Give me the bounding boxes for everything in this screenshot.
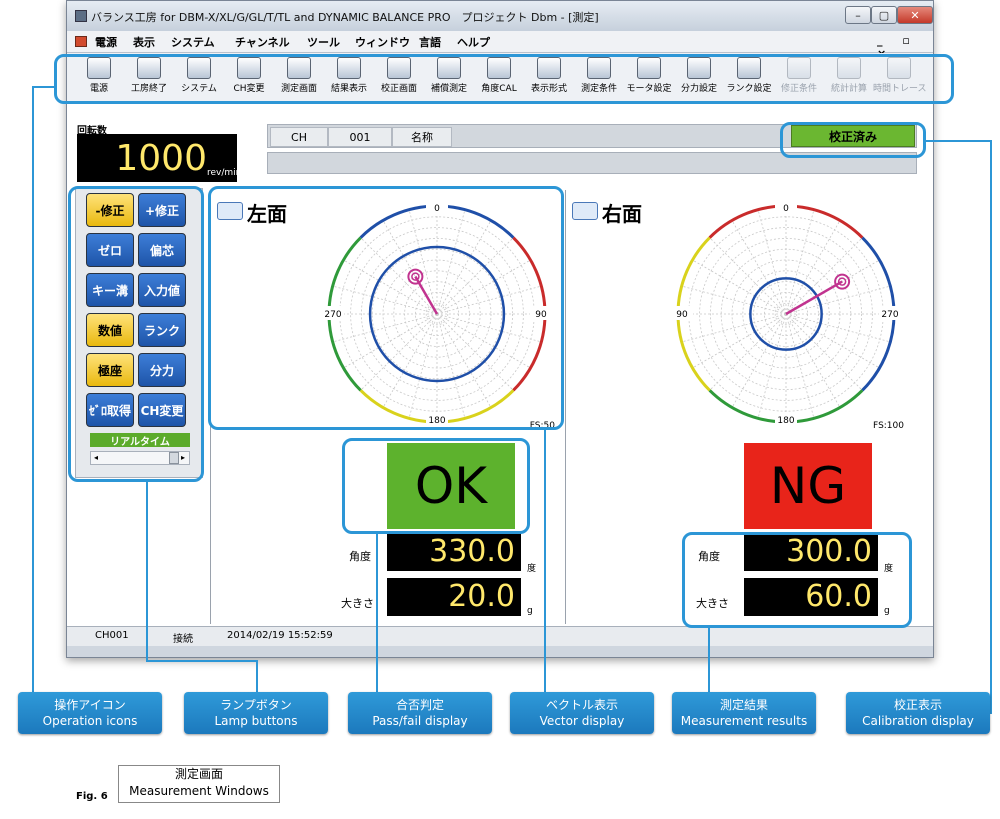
callout-jp: ランプボタン: [220, 698, 292, 712]
highlight-calibration: [780, 122, 926, 158]
status-bar: CH001 接続 2014/02/19 15:52:59: [67, 626, 933, 646]
highlight-vector-display: [208, 186, 564, 430]
ch-label: CH: [270, 127, 328, 147]
callout-jp: ベクトル表示: [545, 698, 618, 712]
name-label: 名称: [392, 127, 452, 147]
rpm-value: 1000: [115, 138, 207, 179]
fs-label: FS:100: [873, 421, 904, 431]
highlight-measurement-results: [682, 532, 912, 628]
polar-grid-spoke: [681, 285, 787, 315]
rpm-display: 1000 rev/min: [77, 134, 241, 182]
right-vector-polar: 0 270 180 90 FS:100: [671, 200, 904, 431]
status-datetime: 2014/02/19 15:52:59: [227, 630, 333, 641]
menu-help[interactable]: ヘルプ: [457, 34, 490, 50]
callout-jp: 測定結果: [719, 698, 768, 712]
title-bar[interactable]: バランス工房 for DBM-X/XL/G/GL/T/TL and DYNAMI…: [67, 1, 933, 31]
connector-lamp-h: [146, 660, 256, 662]
menu-view[interactable]: 表示: [133, 34, 155, 50]
rpm-unit: rev/min: [207, 168, 242, 178]
menu-window[interactable]: ウィンドウ: [355, 34, 410, 50]
highlight-lamp-buttons: [68, 186, 204, 482]
status-connection: 接続: [173, 634, 193, 645]
callout-operation-icons: 操作アイコン Operation icons: [18, 692, 162, 734]
polar-grid-spoke: [785, 313, 891, 343]
status-channel: CH001: [95, 630, 129, 641]
maximize-button[interactable]: ▢: [871, 6, 897, 24]
ch-value: 001: [328, 127, 392, 147]
highlight-operation-icons: [54, 54, 954, 104]
left-angle-label: 角度: [349, 550, 371, 563]
left-angle-value: 330.0: [387, 533, 521, 571]
polar-tick-label: 270: [881, 310, 898, 320]
left-angle-unit: 度: [527, 564, 537, 574]
app-icon[interactable]: [75, 10, 87, 22]
callout-en: Lamp buttons: [214, 714, 298, 728]
unbalance-vector: [785, 280, 843, 316]
callout-jp: 合否判定: [395, 698, 444, 712]
menu-app-icon[interactable]: [75, 36, 87, 47]
polar-tick-label: 90: [676, 310, 688, 320]
callout-lamp-buttons: ランプボタン Lamp buttons: [184, 692, 328, 734]
menu-system[interactable]: システム: [171, 34, 215, 50]
polar-grid-spoke: [757, 313, 787, 419]
window-title: バランス工房 for DBM-X/XL/G/GL/T/TL and DYNAMI…: [91, 11, 599, 24]
connector-vector: [544, 430, 546, 692]
minimize-button[interactable]: –: [845, 6, 871, 24]
right-judge: NG: [744, 443, 872, 529]
polar-tick-label: 180: [777, 416, 794, 426]
connector-results: [708, 628, 710, 692]
figure-caption: 測定画面 Measurement Windows: [118, 765, 280, 803]
polar-grid-spoke: [681, 313, 787, 343]
right-plane-icon: [572, 202, 598, 220]
callout-calibration-display: 校正表示 Calibration display: [846, 692, 990, 734]
left-magnitude-label: 大きさ: [341, 597, 374, 610]
connector-lamp-v2: [256, 660, 258, 694]
callout-en: Vector display: [539, 714, 625, 728]
right-plane-title: 右面: [602, 202, 642, 226]
callout-en: Operation icons: [42, 714, 138, 728]
left-magnitude-unit: g: [527, 606, 533, 616]
callout-en: Measurement results: [680, 714, 808, 728]
figure-title-jp: 測定画面: [174, 767, 223, 781]
highlight-pass-fail: [342, 438, 530, 534]
connector-lamp-v: [146, 482, 148, 662]
polar-grid-spoke: [785, 220, 841, 315]
callout-vector-display: ベクトル表示 Vector display: [510, 692, 654, 734]
connector-calibration-v: [990, 140, 992, 714]
close-button[interactable]: ✕: [897, 6, 933, 24]
connector-operation-h: [32, 86, 56, 88]
polar-grid-spoke: [757, 209, 787, 315]
callout-en: Pass/fail display: [372, 714, 468, 728]
connector-passfail: [376, 534, 378, 692]
figure-number: Fig. 6: [76, 791, 108, 802]
polar-tick-label: 0: [783, 204, 789, 214]
connector-operation-v: [32, 86, 34, 714]
polar-grid-spoke: [785, 313, 815, 419]
callout-measurement-results: 測定結果 Measurement results: [672, 692, 816, 734]
left-magnitude-value: 20.0: [387, 578, 521, 616]
menu-language[interactable]: 言語: [419, 34, 441, 50]
menu-power[interactable]: 電源: [95, 34, 117, 50]
menu-channel[interactable]: チャンネル: [235, 34, 290, 50]
connector-calibration-h: [926, 140, 992, 142]
callout-pass-fail: 合否判定 Pass/fail display: [348, 692, 492, 734]
callout-en: Calibration display: [862, 714, 974, 728]
callout-jp: 操作アイコン: [54, 698, 126, 712]
callout-jp: 校正表示: [893, 698, 942, 712]
figure-title-en: Measurement Windows: [129, 784, 269, 798]
menu-tools[interactable]: ツール: [307, 34, 340, 50]
menu-bar: 電源 表示 システム チャンネル ツール ウィンドウ 言語 ヘルプ _ ▫ ×: [67, 31, 933, 60]
